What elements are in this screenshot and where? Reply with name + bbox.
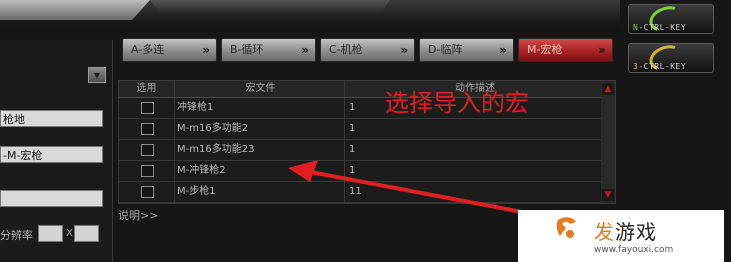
row-checkbox[interactable]: [141, 144, 154, 156]
table-row[interactable]: M-步枪1 11: [119, 182, 601, 203]
select-cell: [119, 140, 175, 160]
tab-m-macro[interactable]: M-宏枪 »: [518, 38, 613, 62]
select-cell: [119, 182, 175, 202]
explain-link[interactable]: 说明>>: [118, 207, 158, 223]
row-checkbox[interactable]: [141, 123, 154, 135]
tab-a-multi[interactable]: A-多连 »: [122, 38, 217, 62]
left-panel: ▼ 枪地 -M-宏枪 分辨率 X: [0, 40, 113, 262]
annotation-text: 选择导入的宏: [385, 89, 529, 117]
scroll-down-icon[interactable]: ▼: [602, 189, 614, 201]
description-cell: 1: [349, 144, 356, 155]
watermark-url: www.fayouxi.com: [594, 245, 674, 255]
description-cell: 11: [349, 186, 362, 197]
n-ctrl-key-button[interactable]: N-CTRL-KEY: [628, 1, 714, 37]
chevron-right-icon: »: [202, 43, 210, 57]
left-field-1[interactable]: 枪地: [0, 110, 103, 127]
scroll-up-icon[interactable]: ▲: [602, 83, 614, 95]
resolution-label: 分辨率: [0, 229, 33, 242]
tab-c-machinegun[interactable]: C-机枪 »: [320, 38, 415, 62]
table-row[interactable]: M-m16多功能2 1: [119, 119, 601, 140]
tab-label: D-临阵: [428, 43, 463, 56]
tab-label: B-循环: [230, 43, 264, 56]
header-select: 选用: [119, 81, 175, 97]
row-checkbox[interactable]: [141, 186, 154, 198]
macro-file-cell: M-步枪1: [175, 182, 345, 202]
macro-file-cell: 冲锋枪1: [175, 98, 345, 118]
top-decoration: [0, 0, 620, 32]
header-macro-file: 宏文件: [175, 81, 345, 97]
row-checkbox[interactable]: [141, 102, 154, 114]
resolution-height-input[interactable]: [74, 225, 99, 242]
table-scrollbar[interactable]: ▲ ▼: [601, 81, 615, 203]
resolution-x-separator: X: [66, 228, 73, 239]
macro-file-cell: M-m16多功能2: [175, 119, 345, 139]
tab-b-loop[interactable]: B-循环 »: [221, 38, 316, 62]
chevron-right-icon: »: [301, 43, 309, 57]
tab-d-battle[interactable]: D-临阵 »: [419, 38, 514, 62]
select-cell: [119, 161, 175, 181]
chevron-right-icon: »: [400, 43, 408, 57]
key-label: 3-CTRL-KEY: [633, 62, 687, 71]
description-cell: 1: [349, 123, 356, 134]
row-checkbox[interactable]: [141, 165, 154, 177]
resolution-width-input[interactable]: [38, 225, 63, 242]
top-metal-left: [0, 0, 150, 20]
chevron-right-icon: »: [499, 43, 507, 57]
description-cell: 1: [349, 165, 356, 176]
left-field-2[interactable]: -M-宏枪: [0, 146, 103, 163]
left-field-3[interactable]: [0, 190, 103, 207]
chevron-right-icon: »: [598, 43, 606, 57]
macro-table: 选用 宏文件 动作描述 冲锋枪1 1 M-m16多功能2 1 M-m16多功能2…: [118, 80, 616, 204]
watermark-title: 发游戏: [594, 220, 657, 244]
tab-label: A-多连: [131, 43, 165, 56]
macro-file-cell: M-冲锋枪2: [175, 161, 345, 181]
tab-label: C-机枪: [329, 43, 363, 56]
3-ctrl-key-button[interactable]: 3-CTRL-KEY: [628, 40, 714, 76]
table-row[interactable]: M-m16多功能23 1: [119, 140, 601, 161]
top-metal-center: [150, 0, 390, 14]
select-cell: [119, 119, 175, 139]
watermark: 发游戏 www.fayouxi.com: [518, 210, 724, 262]
table-row[interactable]: M-冲锋枪2 1: [119, 161, 601, 182]
watermark-logo-icon: [556, 217, 576, 238]
tab-label: M-宏枪: [527, 43, 563, 56]
collapse-dropdown-icon[interactable]: ▼: [88, 67, 106, 83]
key-label: N-CTRL-KEY: [633, 23, 687, 32]
macro-file-cell: M-m16多功能23: [175, 140, 345, 160]
select-cell: [119, 98, 175, 118]
